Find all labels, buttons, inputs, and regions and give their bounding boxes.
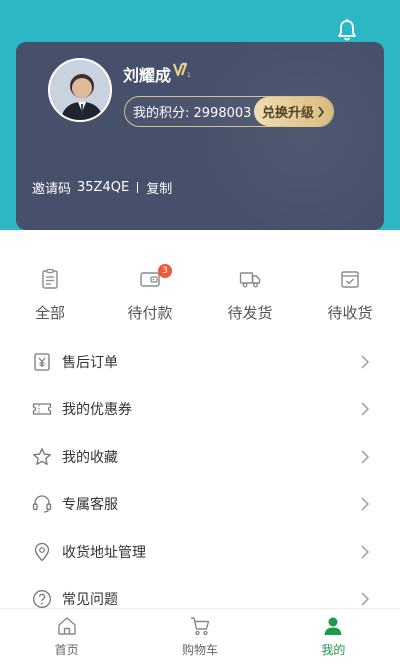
order-all[interactable]: 全部 xyxy=(0,268,100,328)
invite-label: 邀请码 xyxy=(32,182,72,197)
user-name: 刘耀成 xyxy=(123,66,172,85)
menu-label: 收货地址管理 xyxy=(62,544,146,561)
coupon-icon xyxy=(32,403,52,415)
exchange-upgrade-button[interactable]: 兑换升级 xyxy=(253,97,333,126)
tab-home-label: 首页 xyxy=(54,643,79,657)
tab-cart-label: 购物车 xyxy=(181,643,218,657)
exchange-upgrade-label: 兑换升级 xyxy=(261,106,314,121)
order-pending-receipt-label: 待收货 xyxy=(327,304,373,322)
clipboard-icon xyxy=(42,268,58,289)
points-pill: 我的积分: 2998003 兑换升级 xyxy=(124,96,334,127)
yen-receipt-icon xyxy=(34,353,50,371)
bottom-tab-bar: 首页 购物车 我的 xyxy=(0,608,400,666)
member-card: 刘耀成 1 我的积分: 2998003 兑换升级 邀请码 35Z4QE 复制 xyxy=(16,42,384,230)
chevron-right-icon xyxy=(361,497,369,511)
invite-divider xyxy=(137,182,139,193)
menu-item-customer-service[interactable]: 专属客服 xyxy=(0,481,400,529)
star-icon xyxy=(33,447,51,465)
location-pin-icon xyxy=(34,542,50,561)
headset-icon xyxy=(32,495,52,513)
order-status-row: 全部 3 待付款 待发货 待收货 xyxy=(0,264,400,328)
menu-item-favorites[interactable]: 我的收藏 xyxy=(0,433,400,481)
copy-button[interactable]: 复制 xyxy=(146,178,172,197)
order-pending-shipment-label: 待发货 xyxy=(227,304,273,322)
menu-label: 售后订单 xyxy=(62,354,118,371)
order-pending-receipt[interactable]: 待收货 xyxy=(300,268,400,328)
question-circle-icon xyxy=(33,590,51,609)
order-pending-shipment[interactable]: 待发货 xyxy=(200,268,300,328)
chevron-right-icon xyxy=(361,545,369,559)
vip-badge-icon: 1 xyxy=(173,62,191,79)
tab-cart[interactable]: 购物车 xyxy=(133,609,266,666)
bell-icon[interactable] xyxy=(336,18,358,42)
menu-list: 售后订单 我的优惠券 我的收藏 专属客服 收货地址管理 常见问题 xyxy=(0,338,400,623)
user-icon xyxy=(324,617,342,635)
menu-label: 专属客服 xyxy=(62,497,118,514)
order-pending-payment[interactable]: 3 待付款 xyxy=(100,264,200,328)
tab-home[interactable]: 首页 xyxy=(0,609,133,666)
truck-icon xyxy=(239,272,261,288)
tab-mine[interactable]: 我的 xyxy=(267,609,400,666)
chevron-right-icon xyxy=(318,105,325,118)
menu-item-after-sales[interactable]: 售后订单 xyxy=(0,338,400,386)
menu-item-coupons[interactable]: 我的优惠券 xyxy=(0,386,400,434)
chevron-right-icon xyxy=(361,450,369,464)
points-text: 我的积分: 2998003 xyxy=(133,106,252,121)
chevron-right-icon xyxy=(361,402,369,416)
avatar[interactable] xyxy=(48,58,112,122)
box-check-icon xyxy=(341,271,359,288)
invite-row: 邀请码 35Z4QE 复制 xyxy=(32,178,172,197)
menu-label: 常见问题 xyxy=(62,592,118,609)
vip-level: 1 xyxy=(187,72,191,79)
cart-icon xyxy=(190,617,210,636)
home-icon xyxy=(57,617,76,635)
tab-mine-label: 我的 xyxy=(321,643,346,657)
order-pending-payment-label: 待付款 xyxy=(127,304,173,322)
menu-label: 我的收藏 xyxy=(62,449,118,466)
order-all-label: 全部 xyxy=(34,304,65,322)
menu-label: 我的优惠券 xyxy=(62,402,132,419)
chevron-right-icon xyxy=(361,355,369,369)
chevron-right-icon xyxy=(361,592,369,606)
invite-code: 35Z4QE xyxy=(77,180,130,195)
menu-item-address[interactable]: 收货地址管理 xyxy=(0,528,400,576)
pending-payment-badge: 3 xyxy=(158,264,172,278)
